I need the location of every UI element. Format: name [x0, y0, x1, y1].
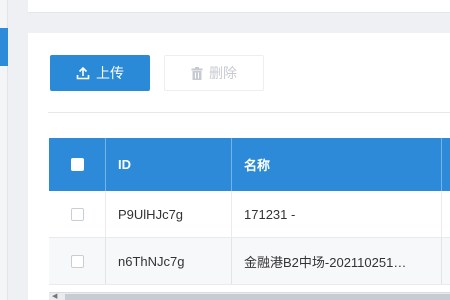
top-panel — [28, 0, 450, 13]
row-id: P9UlHJc7g — [106, 191, 232, 237]
row-more — [442, 238, 450, 284]
row-more — [442, 191, 450, 237]
horizontal-scrollbar[interactable]: ◀ — [49, 292, 450, 300]
row-name: 171231 - — [232, 191, 442, 237]
scrollbar-thumb[interactable] — [65, 294, 450, 300]
toolbar: 上传 删除 — [50, 55, 264, 91]
select-all-cell — [49, 138, 106, 191]
delete-label: 删除 — [209, 65, 237, 81]
sidebar-active-item[interactable] — [0, 28, 8, 66]
delete-button[interactable]: 删除 — [164, 55, 264, 91]
table-header: ID 名称 — [49, 138, 450, 191]
table-row[interactable]: n6ThNJc7g 金融港B2中场-202110251… — [49, 238, 450, 285]
upload-label: 上传 — [96, 65, 124, 81]
row-select-cell — [49, 238, 106, 284]
sidebar — [0, 0, 8, 300]
row-checkbox[interactable] — [70, 254, 84, 268]
upload-button[interactable]: 上传 — [50, 55, 150, 91]
scroll-left-arrow-icon[interactable]: ◀ — [52, 293, 57, 300]
table-row[interactable]: P9UlHJc7g 171231 - — [49, 191, 450, 238]
row-name: 金融港B2中场-202110251… — [232, 238, 442, 284]
column-header-more — [442, 138, 450, 191]
select-all-checkbox[interactable] — [70, 158, 84, 171]
trash-icon — [191, 66, 203, 80]
column-header-id[interactable]: ID — [106, 138, 232, 191]
row-checkbox[interactable] — [70, 207, 84, 221]
upload-icon — [76, 66, 90, 80]
row-select-cell — [49, 191, 106, 237]
file-table: ID 名称 P9UlHJc7g 171231 - n6ThNJc7g 金融港B2… — [49, 138, 450, 285]
column-header-name[interactable]: 名称 — [232, 138, 442, 191]
row-id: n6ThNJc7g — [106, 238, 232, 284]
divider — [48, 112, 450, 113]
